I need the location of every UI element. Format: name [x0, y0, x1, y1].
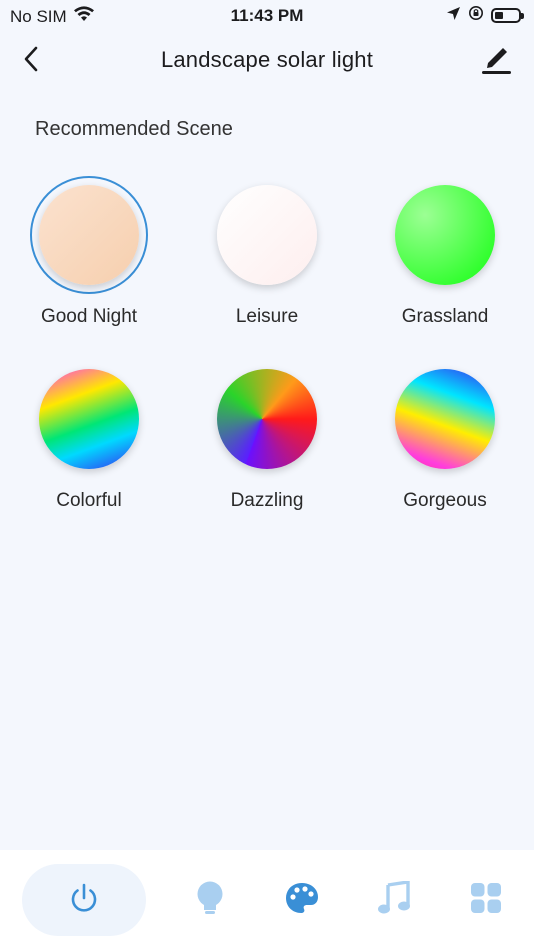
scene-label: Leisure: [235, 306, 299, 327]
scene-dazzling[interactable]: Dazzling: [178, 360, 356, 512]
scene-swatch-gorgeous: [395, 369, 495, 469]
scene-grassland[interactable]: Grassland: [356, 176, 534, 328]
header: Landscape solar light: [0, 34, 534, 88]
location-arrow-icon: [446, 6, 461, 26]
status-bar: No SIM 11:43 PM: [0, 0, 534, 34]
scene-leisure[interactable]: Leisure: [178, 176, 356, 328]
scene-swatch-good-night: [39, 185, 139, 285]
music-note-icon: [377, 879, 411, 920]
orientation-lock-icon: [468, 5, 484, 26]
scene-label: Dazzling: [230, 490, 304, 511]
battery-icon: [491, 8, 524, 23]
power-icon: [67, 881, 101, 920]
scene-label: Colorful: [56, 490, 122, 511]
scene-gorgeous[interactable]: Gorgeous: [356, 360, 534, 512]
battery-fill: [495, 12, 503, 19]
edit-button[interactable]: [476, 40, 516, 80]
scene-label: Good Night: [40, 306, 138, 327]
section-title: Recommended Scene: [35, 118, 233, 140]
tab-more[interactable]: [456, 864, 516, 936]
scene-selected-ring: [30, 176, 148, 294]
status-right: [446, 5, 524, 26]
bottom-nav: [0, 850, 534, 950]
tab-light[interactable]: [180, 864, 240, 936]
scene-swatch-grassland: [395, 185, 495, 285]
scene-swatch-dazzling: [217, 369, 317, 469]
tab-scene[interactable]: [272, 864, 332, 936]
tab-music[interactable]: [364, 864, 424, 936]
scene-good-night[interactable]: Good Night: [0, 176, 178, 328]
pencil-icon: [479, 41, 513, 80]
scene-label: Gorgeous: [403, 490, 487, 511]
scene-swatch-leisure: [217, 185, 317, 285]
scene-label: Grassland: [401, 306, 489, 327]
page-title: Landscape solar light: [160, 47, 374, 72]
scene-swatch-colorful: [39, 369, 139, 469]
palette-icon: [284, 881, 320, 920]
scene-colorful[interactable]: Colorful: [0, 360, 178, 512]
bulb-icon: [194, 880, 226, 921]
grid-icon: [470, 882, 502, 919]
tab-power[interactable]: [22, 864, 146, 936]
